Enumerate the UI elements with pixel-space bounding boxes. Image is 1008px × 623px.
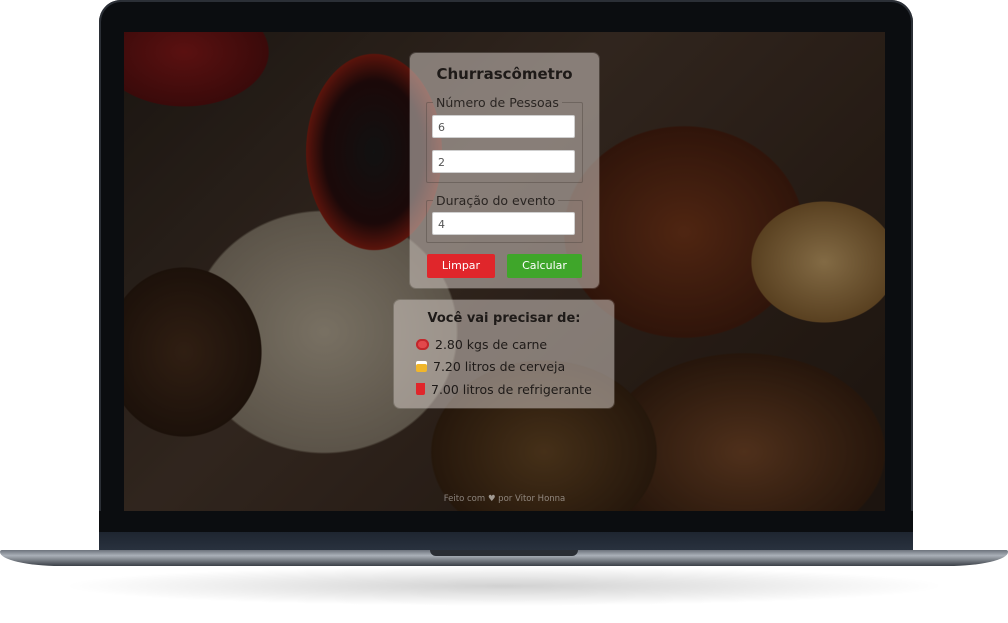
footer-author: por Vitor Honna [498, 494, 566, 504]
calculate-button[interactable]: Calcular [507, 254, 582, 278]
adults-input[interactable]: 6 [432, 115, 575, 138]
beer-icon [416, 361, 427, 372]
laptop-shadow [60, 566, 948, 606]
laptop-bezel [99, 511, 913, 532]
duration-input[interactable]: 4 [432, 212, 575, 235]
laptop-hinge [99, 532, 913, 552]
result-beer: 7.20 litros de cerveja [416, 359, 565, 374]
clear-button[interactable]: Limpar [427, 254, 495, 278]
footer-prefix: Feito com [443, 494, 486, 504]
result-soda-text: 7.00 litros de refrigerante [431, 382, 592, 397]
page-title: Churrascômetro [436, 65, 573, 83]
laptop-notch [430, 550, 578, 556]
duration-legend: Duração do evento [436, 193, 556, 208]
result-beer-text: 7.20 litros de cerveja [433, 359, 566, 374]
result-panel: Você vai precisar de: 2.80 kgs de carne … [394, 300, 614, 408]
result-title: Você vai precisar de: [427, 311, 581, 326]
children-input[interactable]: 2 [432, 150, 575, 173]
result-soda: 7.00 litros de refrigerante [416, 382, 592, 397]
people-legend: Número de Pessoas [436, 95, 559, 110]
result-meat-text: 2.80 kgs de carne [435, 337, 548, 352]
meat-icon [416, 339, 429, 350]
heart-icon: ♥ [487, 494, 496, 504]
footer: Feito com ♥ por Vitor Honna [124, 494, 885, 504]
result-meat: 2.80 kgs de carne [416, 337, 547, 352]
soda-cup-icon [416, 383, 425, 395]
